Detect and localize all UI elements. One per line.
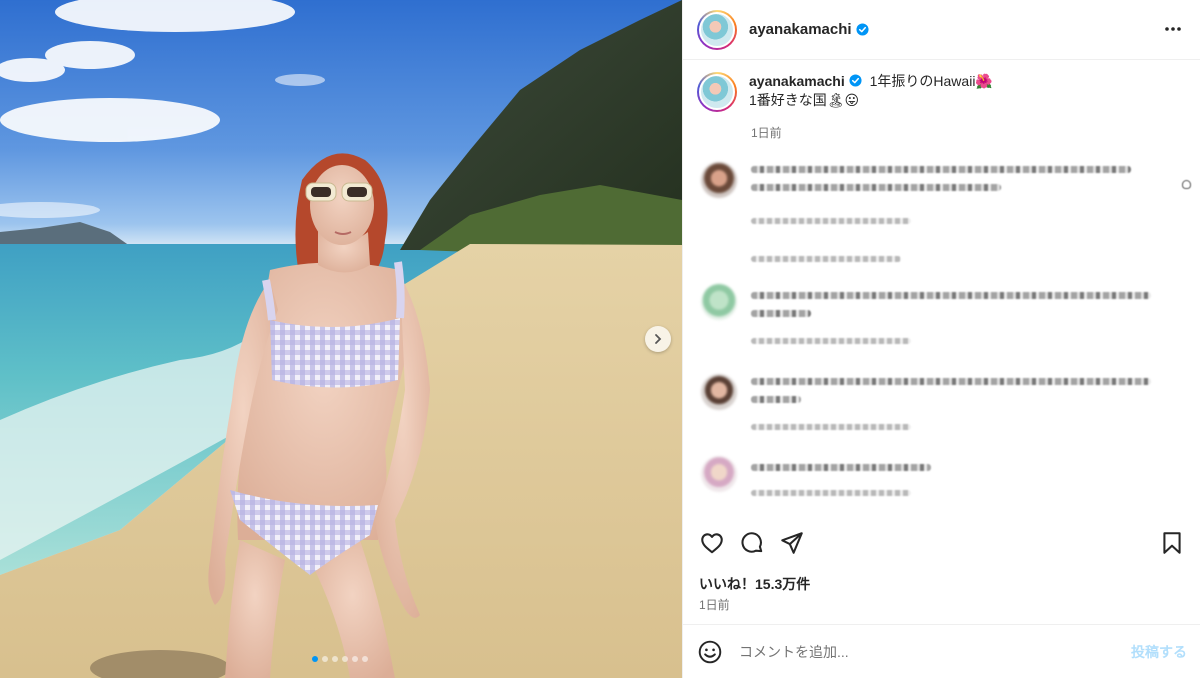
carousel-dot xyxy=(362,656,368,662)
post-details-panel: ayanakamachi ayanakamachi 1年振りのHawaii🌺 1… xyxy=(682,0,1200,678)
post-actions xyxy=(699,530,1187,558)
add-comment-bar: 投稿する xyxy=(683,624,1200,678)
blurred-comment-text xyxy=(751,396,801,403)
blurred-comment-meta xyxy=(751,490,911,496)
caption-line-1: 1年振りのHawaii🌺 xyxy=(869,73,993,89)
carousel-dot xyxy=(352,656,358,662)
emoji-icon[interactable] xyxy=(697,639,723,665)
blurred-comment-text xyxy=(751,166,1131,173)
chevron-right-icon xyxy=(655,334,662,344)
blurred-comment-meta xyxy=(751,218,911,224)
carousel-dot xyxy=(312,656,318,662)
carousel-dot xyxy=(342,656,348,662)
heart-icon[interactable] xyxy=(699,530,725,556)
carousel-dot xyxy=(322,656,328,662)
beach-photo-scene xyxy=(0,0,682,678)
carousel-next-button[interactable] xyxy=(645,326,671,352)
verified-badge-icon xyxy=(849,74,862,87)
profile-avatar-image xyxy=(699,74,735,110)
post-caption: ayanakamachi 1年振りのHawaii🌺 1番好きな国🏝😛 1日前 xyxy=(697,72,1187,140)
username-link[interactable]: ayanakamachi xyxy=(749,21,852,38)
post-comment-button[interactable]: 投稿する xyxy=(1131,642,1187,662)
profile-avatar-image xyxy=(699,11,735,48)
heart-icon[interactable] xyxy=(1182,180,1191,189)
commenter-avatar[interactable] xyxy=(701,374,737,410)
carousel-indicator xyxy=(312,656,368,662)
verified-badge-icon xyxy=(856,23,869,36)
avatar[interactable] xyxy=(697,9,737,50)
list-item xyxy=(697,158,1191,262)
list-item xyxy=(697,454,1191,504)
list-item xyxy=(697,372,1191,442)
like-count[interactable]: いいね！15.3万件 xyxy=(699,574,810,594)
commenter-avatar[interactable] xyxy=(701,162,737,198)
post-header: ayanakamachi xyxy=(683,0,1200,60)
blurred-comment-meta xyxy=(751,424,911,430)
post-timestamp[interactable]: 1日前 xyxy=(699,596,730,613)
caption-body: ayanakamachi 1年振りのHawaii🌺 1番好きな国🏝😛 xyxy=(749,72,993,112)
avatar[interactable] xyxy=(697,72,737,112)
blurred-comment-text xyxy=(751,292,1151,299)
post-photo[interactable] xyxy=(0,0,682,678)
blurred-comment-text xyxy=(751,184,1001,191)
carousel-dot xyxy=(332,656,338,662)
blurred-view-replies[interactable] xyxy=(751,256,901,262)
caption-username[interactable]: ayanakamachi xyxy=(749,73,845,89)
share-icon[interactable] xyxy=(779,530,805,556)
commenter-avatar[interactable] xyxy=(701,456,737,492)
bookmark-icon[interactable] xyxy=(1159,530,1185,556)
list-item xyxy=(697,282,1191,352)
comment-icon[interactable] xyxy=(739,530,765,556)
blurred-comment-text xyxy=(751,378,1151,385)
blurred-comment-text xyxy=(751,310,811,317)
comment-input[interactable] xyxy=(739,643,1099,660)
caption-line-2: 1番好きな国🏝😛 xyxy=(749,92,860,108)
blurred-comment-meta xyxy=(751,338,911,344)
blurred-comment-text xyxy=(751,464,931,471)
commenter-avatar[interactable] xyxy=(701,284,737,320)
more-horizontal-icon[interactable] xyxy=(1163,19,1183,39)
caption-timestamp: 1日前 xyxy=(751,126,782,140)
